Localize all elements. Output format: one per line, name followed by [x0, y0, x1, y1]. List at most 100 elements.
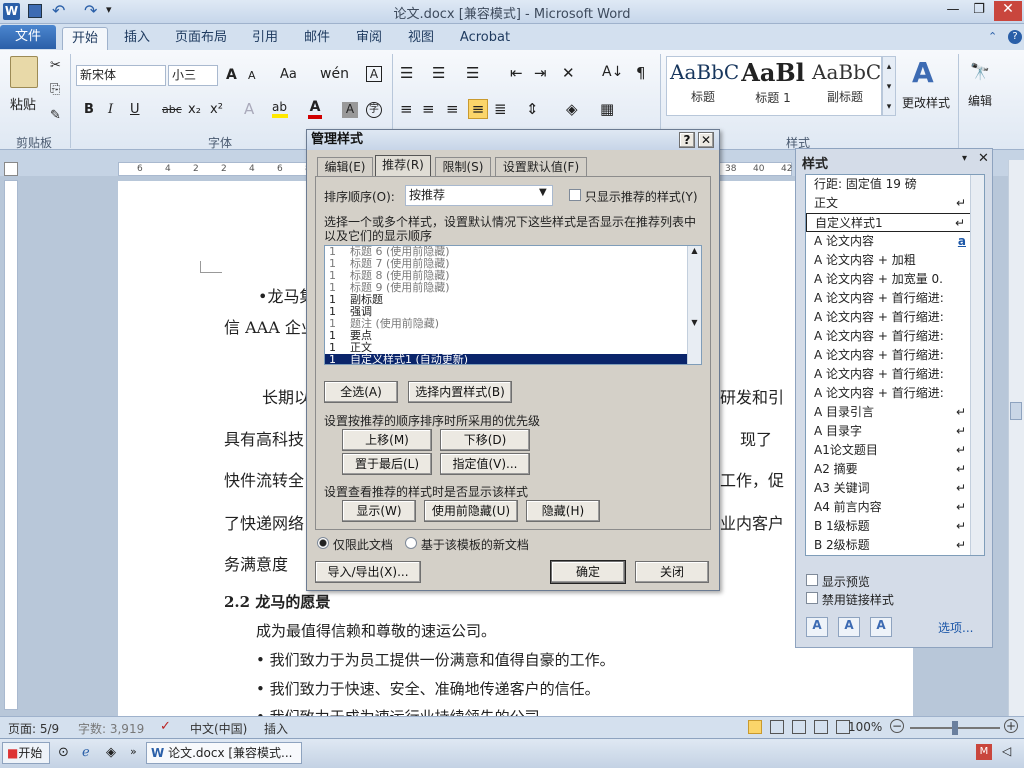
find-icon[interactable]: 🔭 [970, 62, 990, 81]
web-layout-icon[interactable] [792, 720, 806, 734]
move-up-button[interactable]: 上移(M) [342, 429, 432, 451]
style-item[interactable]: 行距: 固定值 19 磅 [806, 175, 984, 194]
copy-icon[interactable]: ⎘ [50, 82, 60, 97]
font-size-combo[interactable]: 小三 [168, 65, 218, 86]
file-tab[interactable]: 文件 [0, 25, 56, 49]
language-status[interactable]: 中文(中国) [190, 720, 247, 737]
disable-linked-checkbox[interactable]: 禁用链接样式 [806, 591, 894, 608]
justify-icon[interactable]: ≡ [468, 99, 488, 119]
doc-vertical-scrollbar[interactable] [1008, 160, 1024, 716]
styles-list[interactable]: 行距: 固定值 19 磅 正文 ↵ 自定义样式1 ↵ A 论文内容 a A 论文内容 … [805, 174, 985, 556]
format-painter-icon[interactable]: ✎ [50, 108, 61, 123]
collapse-ribbon-icon[interactable]: ⌃ [988, 30, 997, 43]
pane-menu-icon[interactable]: ▾ [962, 153, 967, 164]
show-button[interactable]: 显示(W) [342, 500, 416, 522]
select-builtin-button[interactable]: 选择内置样式(B) [408, 381, 512, 403]
style-item[interactable]: A4 前言内容 ↵ [806, 498, 984, 517]
change-styles-button[interactable]: 更改样式 [902, 94, 950, 111]
assign-value-button[interactable]: 指定值(V)... [440, 453, 530, 475]
phonetic-guide-icon[interactable]: wén [320, 66, 349, 82]
scroll-thumb[interactable] [1010, 402, 1022, 420]
increase-indent-icon[interactable]: ⇥ [534, 64, 547, 82]
tab-view[interactable]: 视图 [398, 27, 444, 50]
style-item[interactable]: A 论文内容 + 首行缩进: [806, 365, 984, 384]
style-item[interactable]: A1论文题目 ↵ [806, 441, 984, 460]
dialog-help-button[interactable]: ? [679, 132, 695, 148]
style-item[interactable]: A 论文内容 + 首行缩进: [806, 384, 984, 403]
styles-priority-list[interactable]: 1 标题 6 (使用前隐藏) 1 标题 7 (使用前隐藏) 1 标题 8 (使用… [324, 245, 702, 365]
style-gallery-item[interactable]: AaBbC 副标题 [812, 60, 881, 105]
hide-button[interactable]: 隐藏(H) [526, 500, 600, 522]
align-left-icon[interactable]: ≡ [400, 100, 413, 118]
style-item[interactable]: A3 关键词 ↵ [806, 479, 984, 498]
style-item[interactable]: A 目录字 ↵ [806, 422, 984, 441]
font-color-icon[interactable]: A [308, 99, 322, 119]
text-effects-icon[interactable]: A [244, 100, 254, 118]
zoom-slider-thumb[interactable] [952, 721, 958, 735]
tab-references[interactable]: 引用 [242, 27, 288, 50]
multilevel-list-icon[interactable]: ☰ [466, 64, 479, 82]
underline-button[interactable]: U [130, 102, 140, 117]
insert-mode[interactable]: 插入 [264, 720, 288, 737]
more-icon[interactable]: » [130, 745, 137, 758]
help-icon[interactable]: ? [1008, 30, 1022, 44]
borders-icon[interactable]: ▦ [600, 100, 614, 118]
import-export-button[interactable]: 导入/导出(X)... [315, 561, 421, 583]
tab-acrobat[interactable]: Acrobat [452, 27, 518, 50]
print-layout-icon[interactable] [748, 720, 762, 734]
ok-button[interactable]: 确定 [551, 561, 625, 583]
style-inspector-icon[interactable]: A [838, 617, 860, 637]
styles-list-scrollbar[interactable] [970, 175, 984, 555]
zoom-level[interactable]: 100% [848, 720, 882, 734]
sort-order-select[interactable]: 按推荐 [405, 185, 553, 206]
new-docs-radio[interactable]: 基于该模板的新文档 [405, 536, 529, 553]
italic-button[interactable]: I [108, 102, 113, 117]
align-center-icon[interactable]: ≡ [422, 100, 435, 118]
move-down-button[interactable]: 下移(D) [440, 429, 530, 451]
show-preview-checkbox[interactable]: 显示预览 [806, 573, 870, 590]
list-item[interactable]: 1 副标题 [325, 294, 701, 306]
only-this-doc-radio[interactable]: 仅限此文档 [317, 536, 393, 553]
editing-button[interactable]: 编辑 [968, 92, 992, 109]
list-item[interactable]: 1 题注 (使用前隐藏) [325, 318, 701, 330]
tray-icon[interactable]: M [976, 744, 992, 760]
highlight-icon[interactable]: ab [272, 100, 288, 118]
minimize-button[interactable]: — [940, 2, 966, 17]
list-item-selected[interactable]: 1 自定义样式1 (自动更新) [325, 354, 701, 364]
distribute-icon[interactable]: ≣ [494, 100, 507, 118]
style-item[interactable]: 正文 ↵ [806, 194, 984, 213]
grow-font-button[interactable]: A [226, 67, 237, 83]
vertical-ruler[interactable] [4, 180, 18, 710]
style-item[interactable]: A 论文内容 + 加粗 [806, 251, 984, 270]
tab-page-layout[interactable]: 页面布局 [170, 27, 232, 50]
list-scrollbar[interactable]: ▲ ▼ [687, 246, 701, 364]
new-style-icon[interactable]: A [806, 617, 828, 637]
tab-insert[interactable]: 插入 [114, 27, 160, 50]
bullets-icon[interactable]: ☰ [400, 64, 413, 82]
volume-icon[interactable]: ◁ [1002, 744, 1011, 758]
ruler-toggle[interactable] [4, 162, 18, 176]
tab-restrict[interactable]: 限制(S) [435, 157, 491, 177]
zoom-out-icon[interactable]: − [890, 719, 904, 733]
shading-icon[interactable]: ◈ [566, 100, 578, 118]
quick-launch-icon[interactable]: ⊙ [58, 745, 69, 760]
maximize-button[interactable]: ❐ [966, 2, 992, 17]
paste-button[interactable]: 粘贴 [10, 94, 36, 113]
style-gallery-item[interactable]: AaBl 标题 1 [740, 58, 806, 106]
style-item[interactable]: A 论文内容 + 加宽量 0. [806, 270, 984, 289]
hide-until-used-button[interactable]: 使用前隐藏(U) [424, 500, 518, 522]
style-item[interactable]: A 论文内容 + 首行缩进: [806, 289, 984, 308]
strikethrough-button[interactable]: abc [162, 103, 182, 116]
show-marks-icon[interactable]: ¶ [636, 64, 646, 82]
list-item[interactable]: 1 要点 [325, 330, 701, 342]
tab-recommend[interactable]: 推荐(R) [375, 155, 431, 177]
style-item[interactable]: B 1级标题 ↵ [806, 517, 984, 536]
style-item[interactable]: A 论文内容 a [806, 232, 984, 251]
page-count[interactable]: 页面: 5/9 [8, 720, 59, 737]
fullscreen-reading-icon[interactable] [770, 720, 784, 734]
tab-edit[interactable]: 编辑(E) [317, 157, 373, 177]
char-shading-icon[interactable]: A [342, 102, 358, 118]
shield-icon[interactable]: ◈ [106, 745, 116, 760]
font-family-combo[interactable]: 新宋体 [76, 65, 166, 86]
taskbar-word-task[interactable]: W 论文.docx [兼容模式... [146, 742, 302, 764]
